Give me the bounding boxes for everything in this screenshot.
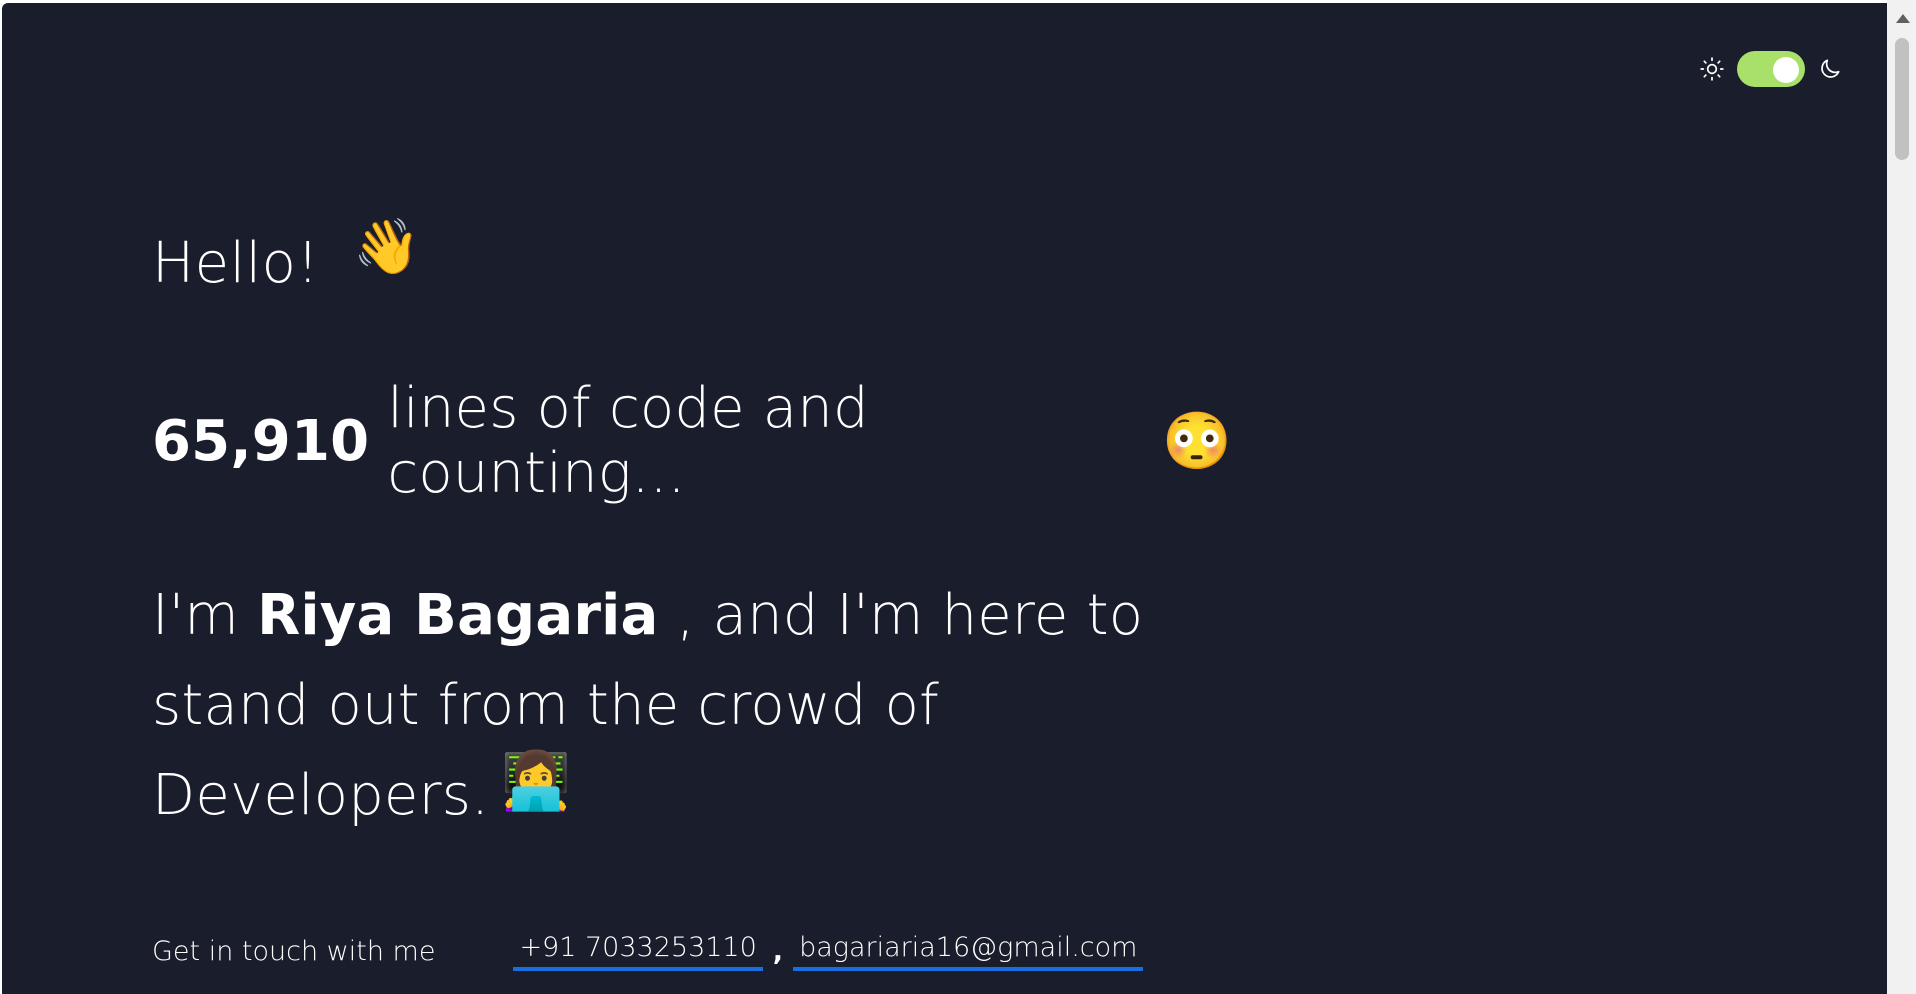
scroll-up-arrow-icon[interactable] (1896, 14, 1910, 23)
lines-of-code-line: 65,910 lines of code and counting... 😳 (152, 376, 1232, 506)
intro-paragraph: I'm Riya Bagaria , and I'm here to stand… (152, 571, 1212, 841)
contact-label: Get in touch with me (152, 935, 436, 967)
hero-section: Hello! 👋 65,910 lines of code and counti… (152, 215, 1232, 971)
theme-switch (1699, 51, 1843, 87)
vertical-scrollbar[interactable] (1887, 0, 1916, 994)
contact-separator: , (772, 935, 784, 967)
waving-hand-icon: 👋 (353, 215, 422, 278)
loc-count: 65,910 (152, 408, 370, 474)
greeting-text: Hello! (152, 230, 320, 296)
contact-row: Get in touch with me +91 7033253110 , ba… (152, 931, 1232, 971)
woman-technologist-icon: 👩‍💻 (501, 749, 572, 814)
sun-icon (1700, 57, 1724, 81)
toggle-knob (1773, 57, 1799, 83)
moon-icon (1821, 59, 1840, 78)
page-viewport: Hello! 👋 65,910 lines of code and counti… (2, 3, 1887, 994)
theme-toggle[interactable] (1737, 51, 1805, 87)
email-link[interactable]: bagariaria16@gmail.com (793, 932, 1144, 971)
developer-name: Riya Bagaria (257, 583, 659, 648)
flushed-face-icon: 😳 (1162, 409, 1232, 474)
intro-prefix: I'm (152, 583, 240, 648)
loc-text: lines of code and counting... (387, 376, 869, 506)
phone-link[interactable]: +91 7033253110 (513, 932, 763, 971)
scrollbar-thumb[interactable] (1895, 38, 1909, 160)
greeting-line: Hello! 👋 (152, 215, 1232, 303)
